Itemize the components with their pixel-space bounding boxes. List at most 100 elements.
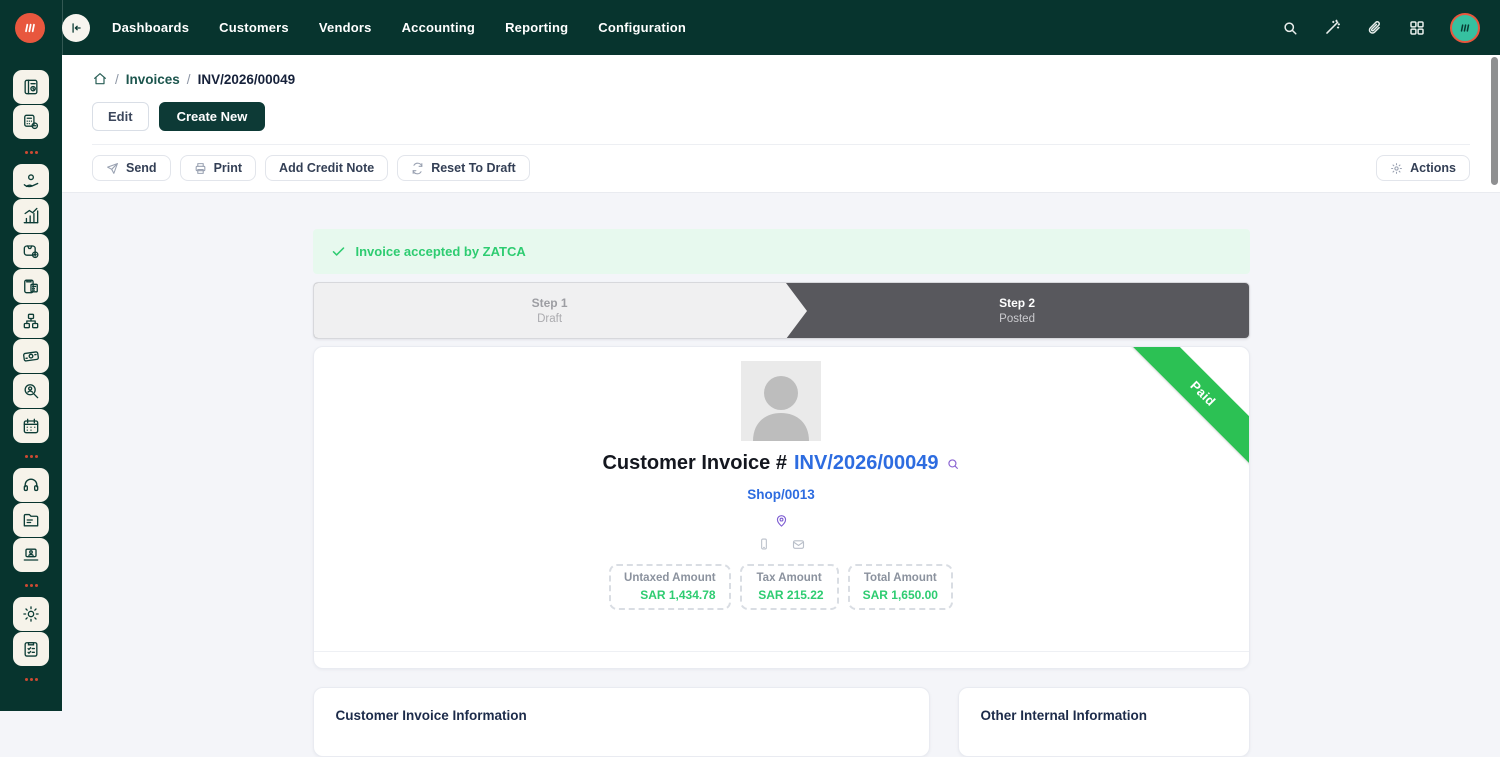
left-sidebar [0, 55, 62, 711]
person-silhouette-icon [741, 367, 821, 441]
content-area: Invoice accepted by ZATCA Step 1 Draft S… [62, 193, 1500, 757]
navbar-right-tools [1281, 13, 1480, 43]
settings-gear-icon[interactable] [13, 597, 49, 631]
send-button[interactable]: Send [92, 155, 171, 181]
menu-customers[interactable]: Customers [219, 20, 289, 35]
untaxed-amount-box: Untaxed Amount SAR 1,434.78 [609, 564, 731, 610]
invoice-title: Customer Invoice # INV/2026/00049 [602, 452, 959, 475]
mobile-phone-icon[interactable] [757, 537, 771, 552]
boxes-hierarchy-icon[interactable] [13, 304, 49, 338]
collapse-left-icon [69, 21, 83, 35]
brand-logo[interactable] [15, 13, 45, 43]
calculator-coin-icon[interactable] [13, 105, 49, 139]
gear-icon [1390, 162, 1403, 175]
home-icon[interactable] [92, 71, 108, 87]
actions-button-label: Actions [1410, 161, 1456, 175]
reset-to-draft-label: Reset To Draft [431, 161, 516, 175]
print-button[interactable]: Print [180, 155, 256, 181]
toolbar-row: Send Print Add Credit Note R [92, 145, 1470, 192]
send-button-label: Send [126, 161, 157, 175]
hand-receive-icon[interactable] [13, 164, 49, 198]
step-posted-title: Step 2 [999, 296, 1035, 310]
search-icon[interactable] [1281, 19, 1299, 37]
customer-invoice-information-card: Customer Invoice Information [313, 687, 930, 757]
customer-invoice-information-title: Customer Invoice Information [336, 708, 907, 723]
breadcrumb-separator: / [115, 72, 119, 87]
zatca-banner-message: Invoice accepted by ZATCA [356, 244, 526, 259]
print-button-label: Print [214, 161, 242, 175]
main-area: / Invoices / INV/2026/00049 Edit Create … [62, 55, 1500, 711]
sidebar-section-divider [25, 573, 38, 597]
invoice-card-footer [314, 651, 1249, 668]
location-pin-icon[interactable] [774, 513, 789, 528]
menu-reporting[interactable]: Reporting [505, 20, 568, 35]
paperclip-icon[interactable] [1366, 19, 1384, 37]
laptop-user-icon[interactable] [13, 538, 49, 572]
contact-icons [757, 537, 806, 552]
invoice-title-prefix: Customer Invoice # [602, 452, 787, 475]
reset-to-draft-button[interactable]: Reset To Draft [397, 155, 530, 181]
paid-ribbon: Paid [1127, 346, 1249, 469]
add-credit-note-button[interactable]: Add Credit Note [265, 155, 388, 181]
sidebar-collapse-button[interactable] [62, 14, 90, 42]
wallet-cash-icon[interactable] [13, 339, 49, 373]
step-draft[interactable]: Step 1 Draft [314, 283, 786, 338]
folder-document-icon[interactable] [13, 503, 49, 537]
refresh-icon [411, 162, 424, 175]
menu-configuration[interactable]: Configuration [598, 20, 686, 35]
sidebar-section-divider [25, 444, 38, 468]
tax-amount-label: Tax Amount [755, 572, 824, 584]
untaxed-amount-value: SAR 1,434.78 [624, 588, 716, 602]
total-amount-label: Total Amount [863, 572, 938, 584]
step-draft-title: Step 1 [532, 296, 568, 310]
check-icon [331, 244, 346, 259]
step-posted[interactable]: Step 2 Posted [786, 283, 1249, 338]
add-credit-note-label: Add Credit Note [279, 161, 374, 175]
clipboard-calculator-icon[interactable] [13, 269, 49, 303]
breadcrumb-current-invoice: INV/2026/00049 [198, 72, 296, 87]
detail-sections-row: Customer Invoice Information Other Inter… [313, 687, 1250, 757]
sidebar-section-divider [25, 140, 38, 164]
avatar-brand-mark-icon [1458, 21, 1472, 35]
magic-wand-icon[interactable] [1323, 18, 1342, 37]
shop-link[interactable]: Shop/0013 [747, 487, 815, 502]
header-button-row: Edit Create New [92, 102, 1470, 145]
customer-avatar-placeholder [741, 361, 821, 441]
step-draft-subtitle: Draft [537, 313, 562, 325]
search-person-icon[interactable] [13, 374, 49, 408]
menu-dashboards[interactable]: Dashboards [112, 20, 189, 35]
checklist-icon[interactable] [13, 632, 49, 666]
breadcrumb-invoices-link[interactable]: Invoices [126, 72, 180, 87]
invoice-number-link[interactable]: INV/2026/00049 [794, 452, 939, 475]
send-icon [106, 162, 119, 175]
headset-icon[interactable] [13, 468, 49, 502]
apps-grid-icon[interactable] [1408, 19, 1426, 37]
calendar-team-icon[interactable] [13, 409, 49, 443]
invoice-summary-card: Paid Customer Invoice # INV/2026/00049 [313, 346, 1250, 669]
user-avatar[interactable] [1450, 13, 1480, 43]
create-new-button[interactable]: Create New [159, 102, 266, 131]
amount-boxes: Untaxed Amount SAR 1,434.78 Tax Amount S… [609, 564, 953, 610]
other-internal-information-card: Other Internal Information [958, 687, 1250, 757]
printer-icon [194, 162, 207, 175]
top-navbar: Dashboards Customers Vendors Accounting … [0, 0, 1500, 55]
sidebar-divider-line [62, 0, 63, 711]
vertical-scrollbar-thumb[interactable] [1491, 57, 1498, 185]
email-icon[interactable] [791, 537, 806, 552]
zatca-success-banner: Invoice accepted by ZATCA [313, 229, 1250, 274]
breadcrumb: / Invoices / INV/2026/00049 [92, 67, 1470, 91]
magnifier-icon[interactable] [946, 457, 960, 471]
journal-book-icon[interactable] [13, 70, 49, 104]
growth-chart-icon[interactable] [13, 199, 49, 233]
menu-accounting[interactable]: Accounting [402, 20, 476, 35]
menu-vendors[interactable]: Vendors [319, 20, 372, 35]
tax-amount-value: SAR 215.22 [755, 588, 824, 602]
breadcrumb-separator: / [187, 72, 191, 87]
scale-add-icon[interactable] [13, 234, 49, 268]
actions-button[interactable]: Actions [1376, 155, 1470, 181]
main-menu: Dashboards Customers Vendors Accounting … [112, 20, 686, 35]
edit-button[interactable]: Edit [92, 102, 149, 131]
untaxed-amount-label: Untaxed Amount [624, 572, 716, 584]
tax-amount-box: Tax Amount SAR 215.22 [740, 564, 839, 610]
brand-logo-icon [22, 20, 38, 36]
